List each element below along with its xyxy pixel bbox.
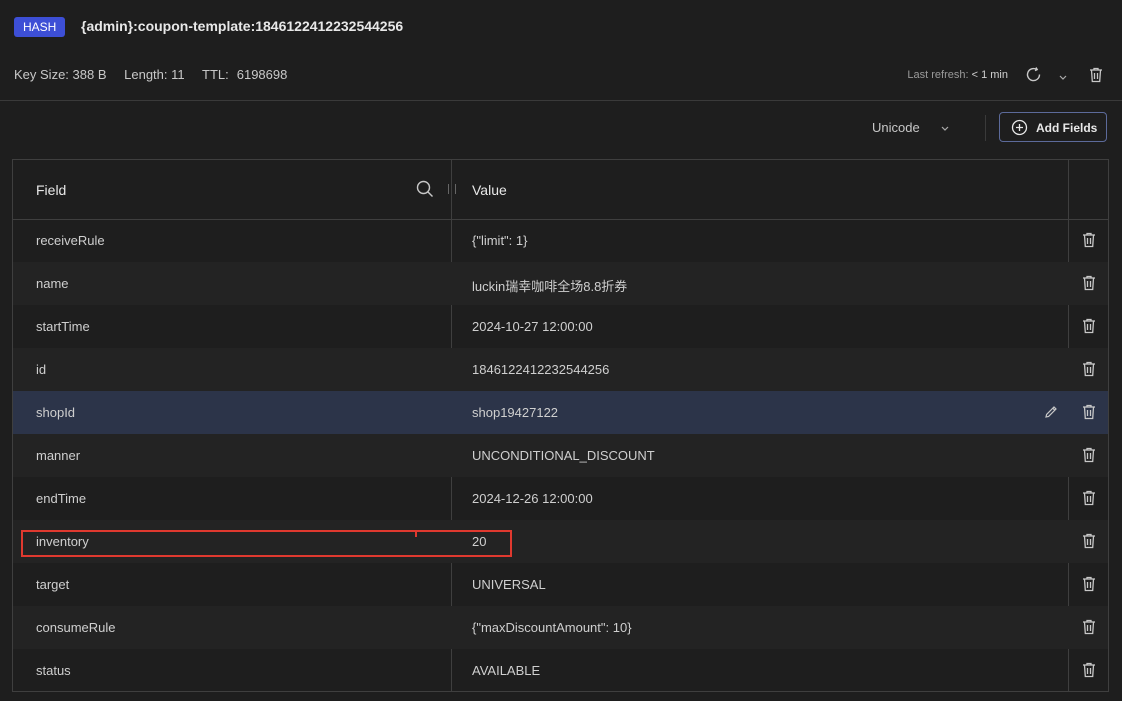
value-cell[interactable]: shop19427122 (472, 405, 558, 420)
field-cell[interactable]: manner (36, 448, 80, 463)
annotation-highlight-box (21, 530, 512, 557)
column-header-value[interactable]: Value (472, 182, 507, 198)
ttl-value[interactable]: 6198698 (237, 67, 288, 82)
search-icon[interactable] (416, 180, 434, 201)
delete-field-icon[interactable] (1080, 231, 1098, 252)
key-length: Length: 11 (124, 67, 185, 82)
fields-toolbar: Unicode Add Fields (0, 101, 1122, 159)
value-cell[interactable]: luckin瑞幸咖啡全场8.8折券 (472, 276, 627, 295)
table-row[interactable]: shopId shop19427122 (13, 391, 1108, 434)
table-row[interactable]: consumeRule {"maxDiscountAmount": 10} (13, 606, 1108, 649)
table-row[interactable]: receiveRule {"limit": 1} (13, 219, 1108, 262)
field-cell[interactable]: endTime (36, 491, 86, 506)
table-row[interactable]: startTime 2024-10-27 12:00:00 (13, 305, 1108, 348)
delete-field-icon[interactable] (1080, 403, 1098, 424)
delete-key-icon[interactable] (1087, 66, 1105, 87)
refresh-icon[interactable] (1025, 66, 1043, 87)
table-row[interactable]: id 1846122412232544256 (13, 348, 1108, 391)
value-cell[interactable]: 1846122412232544256 (472, 362, 609, 377)
table-row[interactable]: name luckin瑞幸咖啡全场8.8折券 (13, 262, 1108, 305)
toolbar-separator (985, 115, 986, 141)
key-size: Key Size: 388 B (14, 67, 107, 82)
encoding-select[interactable]: Unicode (872, 120, 920, 135)
value-cell[interactable]: {"limit": 1} (472, 233, 527, 248)
key-name[interactable]: {admin}:coupon-template:1846122412232544… (81, 18, 403, 34)
column-header-field[interactable]: Field (36, 182, 66, 198)
value-cell[interactable]: {"maxDiscountAmount": 10} (472, 620, 632, 635)
last-refresh-label: Last refresh: (907, 69, 969, 81)
field-cell[interactable]: receiveRule (36, 233, 105, 248)
chevron-down-icon[interactable] (1058, 70, 1068, 85)
table-row[interactable]: manner UNCONDITIONAL_DISCOUNT (13, 434, 1108, 477)
field-cell[interactable]: shopId (36, 405, 75, 420)
delete-field-icon[interactable] (1080, 532, 1098, 553)
field-cell[interactable]: consumeRule (36, 620, 116, 635)
delete-field-icon[interactable] (1080, 575, 1098, 596)
add-fields-label: Add Fields (1036, 121, 1098, 135)
hash-fields-table: Field Value receiveRule {"limit": 1} name l… (12, 159, 1109, 692)
annotation-tick (415, 530, 417, 537)
field-cell[interactable]: id (36, 362, 46, 377)
value-cell[interactable]: UNCONDITIONAL_DISCOUNT (472, 448, 655, 463)
field-cell[interactable]: target (36, 577, 69, 592)
value-cell[interactable]: AVAILABLE (472, 663, 540, 678)
column-resize-handle[interactable] (448, 184, 456, 194)
field-cell[interactable]: status (36, 663, 71, 678)
delete-field-icon[interactable] (1080, 618, 1098, 639)
field-cell[interactable]: startTime (36, 319, 90, 334)
delete-field-icon[interactable] (1080, 489, 1098, 510)
chevron-down-icon[interactable] (940, 121, 950, 136)
table-row[interactable]: status AVAILABLE (13, 649, 1108, 691)
value-cell[interactable]: 2024-12-26 12:00:00 (472, 491, 593, 506)
delete-field-icon[interactable] (1080, 446, 1098, 467)
edit-icon[interactable] (1043, 404, 1059, 423)
add-fields-button[interactable]: Add Fields (999, 112, 1107, 142)
plus-circle-icon (1011, 119, 1028, 136)
field-cell[interactable]: name (36, 276, 69, 291)
key-header: HASH {admin}:coupon-template:18461224122… (0, 0, 1122, 100)
table-row[interactable]: target UNIVERSAL (13, 563, 1108, 606)
delete-field-icon[interactable] (1080, 661, 1098, 682)
type-badge: HASH (14, 17, 66, 37)
delete-field-icon[interactable] (1080, 274, 1098, 295)
last-refresh-value: < 1 min (971, 69, 1008, 81)
table-row[interactable]: endTime 2024-12-26 12:00:00 (13, 477, 1108, 520)
table-header: Field Value (13, 160, 1108, 220)
value-cell[interactable]: UNIVERSAL (472, 577, 546, 592)
delete-field-icon[interactable] (1080, 317, 1098, 338)
ttl-label: TTL: (202, 67, 229, 82)
last-refresh: Last refresh: < 1 min (907, 69, 1008, 81)
key-meta: Key Size: 388 B Length: 11 TTL: 6198698 (14, 67, 301, 82)
value-cell[interactable]: 2024-10-27 12:00:00 (472, 319, 593, 334)
delete-field-icon[interactable] (1080, 360, 1098, 381)
